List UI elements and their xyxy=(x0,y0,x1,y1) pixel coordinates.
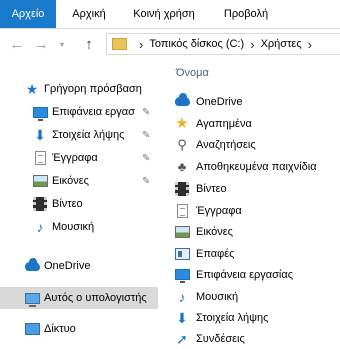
video-film-icon xyxy=(32,196,48,212)
breadcrumb-separator[interactable]: › xyxy=(308,37,312,52)
list-item-documents[interactable]: Έγγραφα xyxy=(174,201,242,220)
list-item-label: Έγγραφα xyxy=(196,204,242,217)
sidebar-item-quick-access[interactable]: ★ Γρήγορη πρόσβαση xyxy=(0,78,158,100)
sidebar-item-documents[interactable]: Έγγραφα ✎ xyxy=(0,147,158,169)
sidebar-item-label: Αυτός ο υπολογιστής xyxy=(44,292,147,304)
up-arrow-icon[interactable]: ↑ xyxy=(78,33,100,55)
sidebar-item-desktop[interactable]: Επιφάνεια εργασ ✎ xyxy=(0,101,158,123)
file-list: Όνομα OneDrive ★ Αγαπημένα ⚲ Αναζητήσεις… xyxy=(158,59,340,349)
ribbon-tabs: Αρχείο Αρχική Κοινή χρήση Προβολή xyxy=(0,0,340,29)
address-bar[interactable]: › Τοπικός δίσκος (C:) › Χρήστες › xyxy=(106,33,340,55)
sidebar-item-label: Βίντεο xyxy=(52,198,83,210)
saved-games-icon: ♣ xyxy=(177,159,187,174)
list-item-label: Στοιχεία λήψης xyxy=(196,311,269,324)
sidebar-item-network[interactable]: Δίκτυο xyxy=(0,318,158,340)
music-note-icon: ♪ xyxy=(36,219,44,235)
sidebar-item-onedrive[interactable]: OneDrive xyxy=(0,255,158,277)
desktop-icon xyxy=(32,104,48,121)
sidebar-item-label: Στοιχεία λήψης xyxy=(52,129,125,141)
this-pc-icon xyxy=(24,290,40,307)
list-item-label: Εικόνες xyxy=(196,225,233,238)
download-arrow-icon: ⬇ xyxy=(176,309,188,326)
pictures-icon xyxy=(174,224,190,240)
contacts-icon xyxy=(174,246,190,262)
breadcrumb-separator[interactable]: › xyxy=(139,37,143,52)
sidebar-item-downloads[interactable]: ⬇ Στοιχεία λήψης ✎ xyxy=(0,124,158,146)
favorites-star-icon: ★ xyxy=(175,115,189,132)
list-item-pictures[interactable]: Εικόνες xyxy=(174,222,233,241)
list-item-onedrive[interactable]: OneDrive xyxy=(174,92,242,111)
pin-icon[interactable]: ✎ xyxy=(142,153,150,164)
list-item-label: Αποθηκευμένα παιχνίδια xyxy=(196,160,317,173)
sidebar-item-this-pc[interactable]: Αυτός ο υπολογιστής xyxy=(0,287,158,309)
list-item-searches[interactable]: ⚲ Αναζητήσεις xyxy=(174,135,256,154)
list-item-label: Επαφές xyxy=(196,247,235,260)
sidebar-item-label: OneDrive xyxy=(44,260,91,272)
document-icon xyxy=(174,203,190,219)
folder-icon xyxy=(112,38,127,50)
list-item-label: Αγαπημένα xyxy=(196,117,252,130)
list-item-music[interactable]: ♪ Μουσική xyxy=(174,287,239,306)
network-icon xyxy=(24,321,40,337)
links-arrow-icon: ➚ xyxy=(176,330,188,347)
list-item-contacts[interactable]: Επαφές xyxy=(174,244,234,263)
desktop-icon xyxy=(174,267,190,283)
video-film-icon xyxy=(174,181,190,197)
list-item-desktop[interactable]: Επιφάνεια εργασίας xyxy=(174,265,293,284)
navigation-pane: ★ Γρήγορη πρόσβαση Επιφάνεια εργασ ✎ ⬇ Σ… xyxy=(0,59,158,349)
recent-locations-chevron-icon[interactable]: ▾ xyxy=(56,33,68,55)
list-item-label: OneDrive xyxy=(196,95,243,108)
onedrive-cloud-icon xyxy=(174,93,190,110)
pictures-icon xyxy=(32,173,48,189)
list-item-label: Συνδέσεις xyxy=(196,332,245,345)
tab-home[interactable]: Αρχική xyxy=(60,0,118,28)
breadcrumb-separator[interactable]: › xyxy=(250,37,254,52)
list-item-label: Αναζητήσεις xyxy=(196,138,256,151)
list-item-saved-games[interactable]: ♣ Αποθηκευμένα παιχνίδια xyxy=(174,157,317,176)
sidebar-item-label: Έγγραφα xyxy=(52,152,98,164)
breadcrumb-users[interactable]: Χρήστες xyxy=(261,38,302,50)
pin-icon[interactable]: ✎ xyxy=(142,176,150,187)
download-arrow-icon: ⬇ xyxy=(34,127,46,143)
sidebar-item-videos[interactable]: Βίντεο xyxy=(0,193,158,215)
tab-file[interactable]: Αρχείο xyxy=(0,0,56,28)
sidebar-item-music[interactable]: ♪ Μουσική xyxy=(0,216,158,238)
back-arrow-icon[interactable]: ← xyxy=(6,33,28,55)
forward-arrow-icon[interactable]: → xyxy=(30,33,52,55)
search-magnifier-icon: ⚲ xyxy=(177,137,187,152)
sidebar-item-label: Δίκτυο xyxy=(44,323,76,335)
list-item-links[interactable]: ➚ Συνδέσεις xyxy=(174,329,245,348)
tab-share[interactable]: Κοινή χρήση xyxy=(120,0,208,28)
pin-icon[interactable]: ✎ xyxy=(142,107,150,118)
onedrive-cloud-icon xyxy=(24,257,40,274)
sidebar-item-label: Μουσική xyxy=(52,221,95,233)
list-item-videos[interactable]: Βίντεο xyxy=(174,179,227,198)
sidebar-item-label: Εικόνες xyxy=(52,175,89,187)
list-item-label: Βίντεο xyxy=(196,182,227,195)
list-item-label: Μουσική xyxy=(196,290,239,303)
sidebar-item-pictures[interactable]: Εικόνες ✎ xyxy=(0,170,158,192)
list-item-downloads[interactable]: ⬇ Στοιχεία λήψης xyxy=(174,308,268,327)
sidebar-item-label: Γρήγορη πρόσβαση xyxy=(44,83,142,95)
list-item-label: Επιφάνεια εργασίας xyxy=(196,268,294,281)
document-icon xyxy=(32,150,48,166)
tab-view[interactable]: Προβολή xyxy=(214,0,278,28)
music-note-icon: ♪ xyxy=(178,288,186,305)
column-header-name[interactable]: Όνομα xyxy=(176,67,209,79)
star-icon: ★ xyxy=(25,81,39,97)
sidebar-item-label: Επιφάνεια εργασ xyxy=(52,106,135,118)
pin-icon[interactable]: ✎ xyxy=(142,130,150,141)
list-item-favorites[interactable]: ★ Αγαπημένα xyxy=(174,114,252,133)
navigation-bar: ← → ▾ ↑ › Τοπικός δίσκος (C:) › Χρήστες … xyxy=(0,29,340,59)
breadcrumb-local-disk[interactable]: Τοπικός δίσκος (C:) xyxy=(149,38,244,50)
